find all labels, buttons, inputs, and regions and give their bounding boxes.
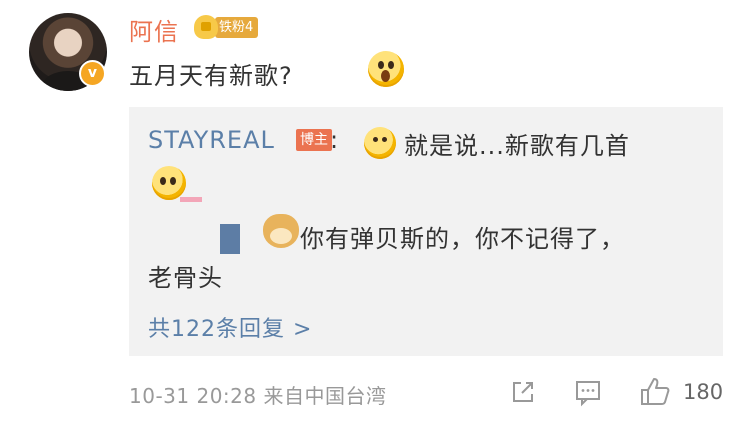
reply-colon: : [330,126,339,154]
comment-username[interactable]: 阿信 [129,12,179,47]
comment-icon[interactable] [573,377,603,407]
emoji-eye-left [373,137,378,142]
fan-badge-label: 铁粉4 [215,16,259,38]
reply-line-3: 老骨头 [148,264,223,292]
emoji-eye-left [160,177,166,185]
comment-text: 五月天有新歌? [129,62,293,90]
emoji-mouth [381,70,390,82]
emoji-eye-right [388,61,394,69]
share-icon[interactable] [508,377,538,407]
reply-line-2: 你有弹贝斯的，你不记得了， [300,225,625,253]
more-replies-link[interactable]: 共122条回复 > [148,311,312,343]
author-tag: 博主 [296,129,332,151]
doge-emoji-icon [263,214,299,248]
comment-meta: 10-31 20:28 来自中国台湾 [129,384,387,408]
like-count: 180 [683,380,724,404]
fan-badge[interactable]: 铁粉4 [194,15,259,39]
fan-badge-icon [194,15,218,39]
redacted-block [220,224,240,254]
reply-line-1: 就是说...新歌有几首 [404,132,630,160]
like-icon[interactable] [638,375,670,405]
emoji-eye-right [170,177,176,185]
decorative-pink-bar [180,197,202,202]
emoji-eye-right [382,137,387,142]
emoji-eye-left [378,61,384,69]
reply-author[interactable]: STAYREAL [148,126,275,154]
flower-emoji-icon [152,166,186,200]
surprised-emoji-icon [368,51,404,87]
verified-badge-icon: v [79,60,106,87]
thinking-emoji-icon [364,127,396,159]
